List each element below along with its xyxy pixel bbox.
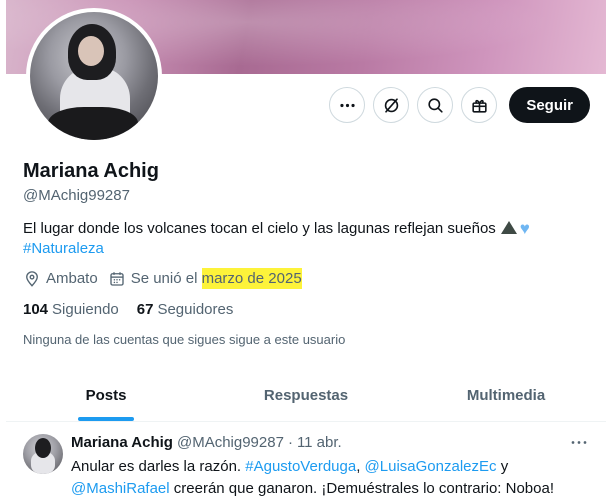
grok-icon <box>384 97 399 113</box>
more-horizontal-icon <box>571 440 587 444</box>
profile-bio: El lugar donde los volcanes tocan el cie… <box>23 219 593 259</box>
following-count: 104 <box>23 301 49 318</box>
followers-label: Seguidores <box>157 301 234 318</box>
profile-meta: Ambato Se unió el marzo de 2025 <box>23 268 312 289</box>
location-text: Ambato <box>46 270 98 287</box>
tweet-date[interactable]: 11 abr. <box>297 434 342 451</box>
tweet-text-comma: , <box>356 458 361 475</box>
location-item: Ambato <box>23 270 98 288</box>
mutual-followers-note: Ninguna de las cuentas que sigues sigue … <box>23 332 346 347</box>
tab-replies[interactable]: Respuestas <box>206 370 406 421</box>
search-icon <box>428 97 443 113</box>
profile-page: Seguir Mariana Achig @MAchig99287 El lug… <box>6 0 606 504</box>
search-profile-button[interactable] <box>417 87 454 123</box>
tweet-text: Anular es darles la razón. #AgustoVerdug… <box>71 456 571 500</box>
tab-media[interactable]: Multimedia <box>406 370 606 421</box>
grok-button[interactable] <box>373 87 410 123</box>
tweet-hashtag-link[interactable]: #AgustoVerduga <box>245 458 356 475</box>
tweet-text-part: Anular es darles la razón. <box>71 458 242 475</box>
tweet-avatar[interactable] <box>23 434 63 474</box>
joined-prefix: Se unió el <box>130 270 198 287</box>
tweet-item[interactable]: Mariana Achig @MAchig99287 · 11 abr. Anu… <box>6 422 606 504</box>
tweet-more-button[interactable] <box>568 432 590 452</box>
followers-count: 67 <box>136 301 154 318</box>
blue-heart-emoji-icon: ♥ <box>519 219 530 238</box>
tweet-mention-link[interactable]: @LuisaGonzalezEc <box>365 458 497 475</box>
tweet-text-part: creerán que ganaron. ¡Demuéstrales lo co… <box>173 480 554 497</box>
joined-item: Se unió el marzo de 2025 <box>108 268 302 289</box>
followers-link[interactable]: 67 Seguidores <box>137 301 234 318</box>
tweet-author-name[interactable]: Mariana Achig <box>71 434 173 451</box>
subscribe-button[interactable] <box>461 87 498 123</box>
calendar-icon <box>110 271 124 286</box>
profile-name: Mariana Achig <box>23 160 159 182</box>
profile-handle: @MAchig99287 <box>23 187 130 204</box>
bio-text: El lugar donde los volcanes tocan el cie… <box>23 220 496 237</box>
tab-posts[interactable]: Posts <box>6 370 206 421</box>
more-horizontal-icon <box>340 103 355 107</box>
tweet-header: Mariana Achig @MAchig99287 · 11 abr. <box>71 434 342 451</box>
tweet-mention-link[interactable]: @MashiRafael <box>71 480 170 497</box>
follow-button[interactable]: Seguir <box>509 87 590 123</box>
gift-icon <box>472 99 487 113</box>
more-button[interactable] <box>329 87 366 123</box>
mountain-emoji-icon <box>500 221 517 234</box>
profile-tabs: Posts Respuestas Multimedia <box>6 370 606 422</box>
joined-date-highlighted: marzo de 2025 <box>201 268 302 289</box>
follow-stats: 104 Siguiendo 67 Seguidores <box>23 301 233 318</box>
profile-avatar[interactable] <box>26 8 162 144</box>
location-pin-icon <box>26 270 38 287</box>
bio-hashtag-link[interactable]: #Naturaleza <box>23 239 593 259</box>
tweet-text-and: y <box>500 458 509 475</box>
following-link[interactable]: 104 Siguiendo <box>23 301 119 318</box>
following-label: Siguiendo <box>52 301 119 318</box>
tweet-author-handle[interactable]: @MAchig99287 <box>177 434 284 451</box>
avatar-photo <box>30 12 158 140</box>
tweet-separator: · <box>287 434 293 451</box>
profile-actions: Seguir <box>329 87 590 123</box>
